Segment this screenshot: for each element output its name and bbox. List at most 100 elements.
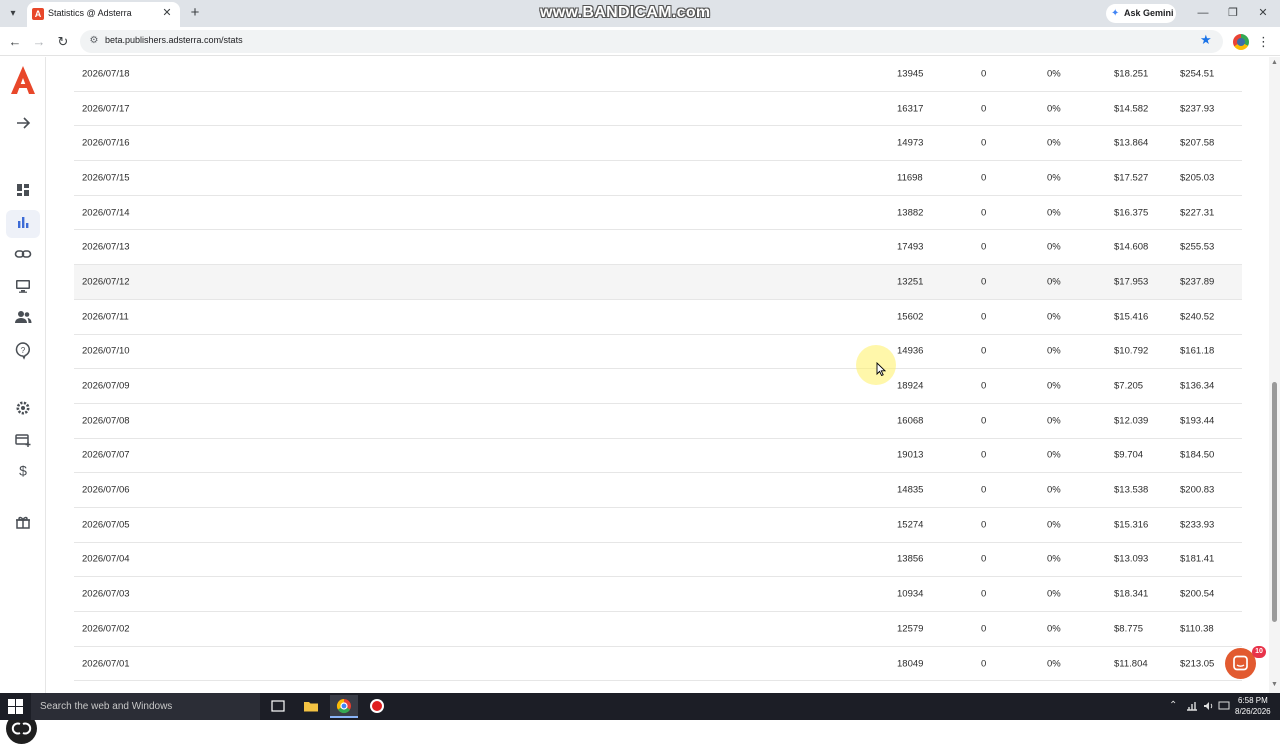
network-icon[interactable]: [1186, 701, 1198, 711]
bandicam-taskbar-icon[interactable]: [363, 695, 391, 718]
row-cpm: $17.527: [1114, 172, 1149, 184]
reload-icon[interactable]: ↻: [54, 33, 72, 51]
row-date: 2026/07/16: [82, 137, 130, 149]
row-revenue: $200.54: [1180, 588, 1215, 600]
row-date: 2026/07/17: [82, 103, 130, 115]
forward-arrow-icon[interactable]: →: [30, 33, 48, 51]
settings-icon[interactable]: [13, 398, 33, 418]
row-date: 2026/07/04: [82, 553, 130, 565]
expand-arrow-icon[interactable]: [13, 113, 33, 133]
statistics-icon[interactable]: [13, 212, 33, 232]
row-cpm: $16.375: [1114, 207, 1149, 219]
row-impressions: 14973: [897, 137, 924, 149]
row-date: 2026/07/07: [82, 449, 130, 461]
row-clicks: 0: [981, 311, 987, 323]
bookmark-star-icon[interactable]: ★: [1200, 32, 1212, 48]
file-explorer-icon[interactable]: [297, 695, 325, 718]
gemini-sparkle-icon: ✦: [1111, 8, 1120, 19]
taskbar-clock-time[interactable]: 6:58 PM: [1238, 696, 1268, 705]
dashboard-icon[interactable]: [13, 180, 33, 200]
row-clicks: 0: [981, 241, 987, 253]
row-revenue: $184.50: [1180, 449, 1215, 461]
page-scrollbar[interactable]: ▲ ▼: [1269, 57, 1280, 693]
table-row[interactable]: 2026/07/04 13856 0 0% $13.093 $181.41: [74, 543, 1242, 578]
row-impressions: 19013: [897, 449, 924, 461]
taskbar-search-box[interactable]: Search the web and Windows: [31, 693, 260, 720]
dollar-icon[interactable]: $: [13, 460, 33, 480]
row-cpm: $18.341: [1114, 588, 1149, 600]
row-revenue: $254.51: [1180, 68, 1215, 80]
table-row[interactable]: 2026/07/02 12579 0 0% $8.775 $110.38: [74, 612, 1242, 647]
table-row[interactable]: 2026/07/05 15274 0 0% $15.316 $233.93: [74, 508, 1242, 543]
row-impressions: 15274: [897, 519, 924, 531]
taskbar-clock-date[interactable]: 8/26/2026: [1235, 707, 1271, 716]
tab-close-icon[interactable]: ✕: [160, 6, 174, 20]
row-clicks: 0: [981, 137, 987, 149]
table-row[interactable]: 2026/07/13 17493 0 0% $14.608 $255.53: [74, 230, 1242, 266]
taskbar-search-placeholder: Search the web and Windows: [40, 701, 173, 712]
scroll-up-arrow-icon[interactable]: ▲: [1271, 59, 1278, 66]
row-cpm: $11.804: [1114, 658, 1148, 670]
table-row[interactable]: 2026/07/01 18049 0 0% $11.804 $213.05: [74, 647, 1242, 682]
row-date: 2026/07/05: [82, 519, 130, 531]
windows-start-icon[interactable]: [8, 699, 23, 714]
row-clicks: 0: [981, 207, 987, 219]
row-revenue: $193.44: [1180, 415, 1215, 427]
close-window-icon[interactable]: ✕: [1254, 4, 1272, 22]
adsterra-logo-icon[interactable]: [10, 65, 36, 95]
scroll-down-arrow-icon[interactable]: ▼: [1271, 681, 1278, 688]
table-row[interactable]: 2026/07/09 18924 0 0% $7.205 $136.34: [74, 369, 1242, 404]
help-icon[interactable]: ?: [13, 340, 33, 360]
new-tab-button[interactable]: +: [187, 5, 203, 21]
row-impressions: 15602: [897, 311, 924, 323]
referrals-icon[interactable]: [13, 307, 33, 327]
table-row[interactable]: 2026/07/17 16317 0 0% $14.582 $237.93: [74, 92, 1242, 127]
row-date: 2026/07/12: [82, 276, 130, 288]
browser-tab-statistics[interactable]: A Statistics @ Adsterra ✕: [27, 2, 180, 27]
table-row[interactable]: 2026/07/12 13251 0 0% $17.953 $237.89: [74, 265, 1242, 300]
row-ctr: 0%: [1047, 68, 1061, 80]
table-row[interactable]: 2026/07/08 16068 0 0% $12.039 $193.44: [74, 404, 1242, 439]
tray-chevron-up-icon[interactable]: ⌃: [1169, 700, 1177, 711]
row-clicks: 0: [981, 68, 987, 80]
chrome-taskbar-icon[interactable]: [330, 695, 358, 718]
row-date: 2026/07/06: [82, 484, 130, 496]
gift-icon[interactable]: [13, 512, 33, 532]
restore-window-icon[interactable]: ❐: [1224, 4, 1242, 22]
row-date: 2026/07/03: [82, 588, 130, 600]
table-row[interactable]: 2026/07/16 14973 0 0% $13.864 $207.58: [74, 126, 1242, 162]
table-row[interactable]: 2026/07/18 13945 0 0% $18.251 $254.51: [74, 57, 1242, 92]
browser-menu-icon[interactable]: ⋮: [1257, 33, 1270, 51]
link-icon[interactable]: [13, 244, 33, 264]
row-impressions: 11698: [897, 172, 923, 184]
chat-unread-badge: 10: [1252, 646, 1266, 658]
row-cpm: $15.316: [1114, 519, 1149, 531]
monitor-icon[interactable]: [13, 276, 33, 296]
task-view-icon[interactable]: [264, 695, 292, 718]
svg-text:$: $: [19, 463, 27, 479]
table-row[interactable]: 2026/07/06 14835 0 0% $13.538 $200.83: [74, 473, 1242, 508]
row-clicks: 0: [981, 658, 987, 670]
profile-avatar[interactable]: [1233, 34, 1249, 50]
back-arrow-icon[interactable]: ←: [6, 33, 24, 51]
table-row[interactable]: 2026/07/10 14936 0 0% $10.792 $161.18: [74, 335, 1242, 370]
table-row[interactable]: 2026/07/03 10934 0 0% $18.341 $200.54: [74, 577, 1242, 612]
address-bar[interactable]: ⚙ beta.publishers.adsterra.com/stats ★: [80, 30, 1223, 53]
table-row[interactable]: 2026/07/07 19013 0 0% $9.704 $184.50: [74, 439, 1242, 474]
table-row[interactable]: 2026/07/15 11698 0 0% $17.527 $205.03: [74, 161, 1242, 196]
notification-icon[interactable]: [1218, 701, 1230, 711]
volume-icon[interactable]: [1203, 701, 1215, 711]
scrollbar-thumb[interactable]: [1272, 382, 1277, 622]
table-row[interactable]: 2026/07/11 15602 0 0% $15.416 $240.52: [74, 300, 1242, 335]
row-impressions: 13945: [897, 68, 924, 80]
site-info-icon[interactable]: ⚙: [87, 34, 101, 48]
recording-watermark: www.BANDICAM.com: [540, 4, 711, 21]
ask-gemini-button[interactable]: ✦ Ask Gemini: [1106, 4, 1176, 23]
payment-card-icon[interactable]: [13, 430, 33, 450]
tab-title: Statistics @ Adsterra: [48, 8, 132, 18]
url-text[interactable]: beta.publishers.adsterra.com/stats: [105, 35, 243, 45]
row-date: 2026/07/13: [82, 241, 130, 253]
minimize-icon[interactable]: —: [1194, 4, 1212, 22]
table-row[interactable]: 2026/07/14 13882 0 0% $16.375 $227.31: [74, 196, 1242, 231]
tab-search-chevron-icon[interactable]: ▾: [4, 5, 22, 23]
